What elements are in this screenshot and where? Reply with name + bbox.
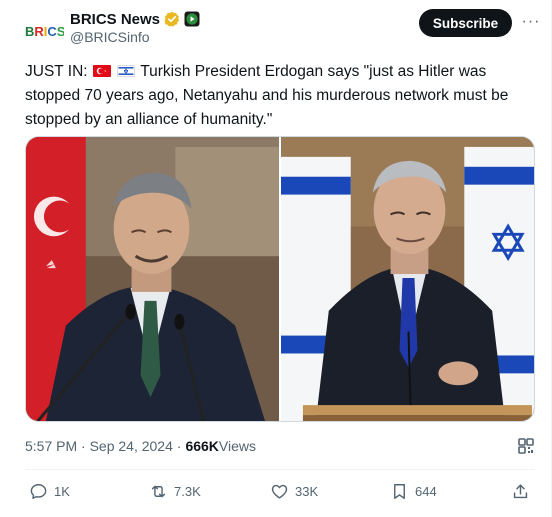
views-label: Views xyxy=(218,438,256,454)
tweet-card: BRICS BRICS News @BRICSinfo Subscribe ··… xyxy=(0,0,552,517)
bookmark-button[interactable]: 644 xyxy=(390,478,437,504)
tweet-media[interactable] xyxy=(25,136,535,422)
tweet-meta: 5:57 PM · Sep 24, 2024 · 666K Views xyxy=(25,436,256,456)
bookmark-count: 644 xyxy=(415,483,437,499)
gold-verified-badge-icon[interactable] xyxy=(164,11,180,27)
repost-button[interactable]: 7.3K xyxy=(149,478,201,504)
views-count: 666K xyxy=(185,438,219,454)
turkey-flag-icon xyxy=(92,65,111,77)
reply-icon xyxy=(30,483,47,499)
heart-icon xyxy=(271,484,288,499)
account-name-row: BRICS News xyxy=(70,10,200,28)
share-button[interactable] xyxy=(511,478,530,504)
svg-text:BRICS: BRICS xyxy=(25,24,64,39)
tweet-text: JUST IN: Turkish President Erdogan says … xyxy=(25,60,530,132)
account-handle[interactable]: @BRICSinfo xyxy=(70,29,150,45)
like-button[interactable]: 33K xyxy=(270,478,318,504)
play-affiliate-badge-icon[interactable] xyxy=(184,11,200,27)
like-count: 33K xyxy=(295,483,319,499)
netanyahu-photo[interactable] xyxy=(281,137,534,421)
tweet-timestamp[interactable]: 5:57 PM · Sep 24, 2024 · xyxy=(25,438,181,454)
subscribe-button[interactable]: Subscribe xyxy=(419,9,512,37)
divider xyxy=(25,469,535,470)
reply-count: 1K xyxy=(54,483,70,499)
bookmark-icon xyxy=(394,483,405,499)
brics-logo-icon: BRICS xyxy=(25,24,64,39)
share-icon xyxy=(513,483,528,498)
erdogan-photo[interactable] xyxy=(26,137,279,421)
account-avatar[interactable]: BRICS xyxy=(24,11,64,51)
repost-icon xyxy=(151,485,166,497)
repost-count: 7.3K xyxy=(174,483,201,499)
reply-button[interactable]: 1K xyxy=(29,478,70,504)
account-display-name[interactable]: BRICS News xyxy=(70,11,160,28)
more-options-icon[interactable]: ··· xyxy=(519,10,543,34)
tweet-actions: 1K 7.3K 33K 644 xyxy=(25,478,535,504)
tweet-prefix: JUST IN: xyxy=(25,63,92,80)
grok-icon[interactable] xyxy=(516,436,536,456)
israel-flag-icon xyxy=(117,65,136,77)
